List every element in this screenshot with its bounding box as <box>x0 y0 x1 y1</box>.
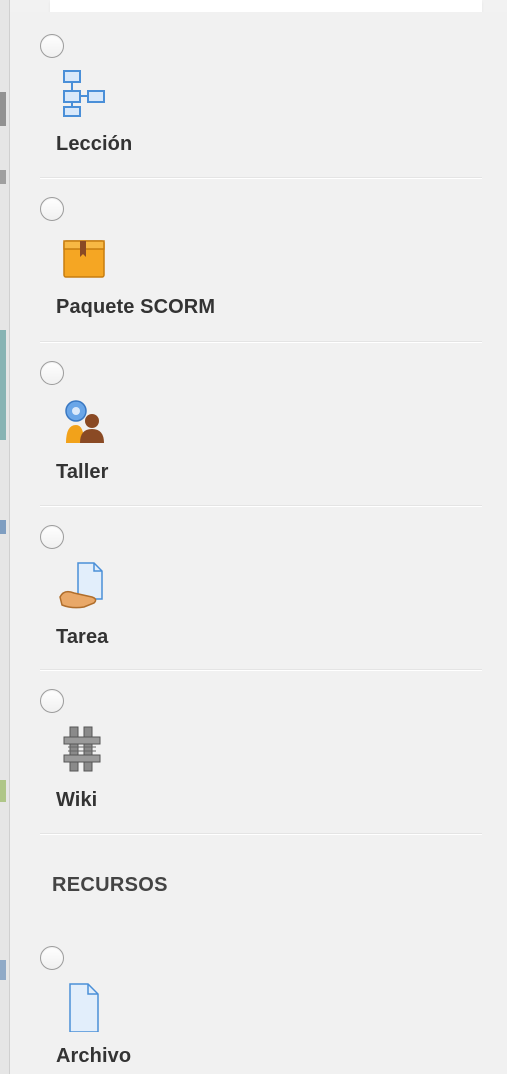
wiki-icon <box>54 723 106 775</box>
activity-label: Wiki <box>56 789 98 811</box>
file-icon <box>54 980 106 1033</box>
activity-label: Lección <box>56 133 133 155</box>
section-heading-resources: RECURSOS <box>52 874 168 896</box>
radio-button[interactable] <box>40 197 64 221</box>
divider <box>40 833 482 835</box>
radio-button[interactable] <box>40 34 64 58</box>
activity-label: Taller <box>56 461 109 483</box>
radio-button[interactable] <box>40 689 64 713</box>
radio-button[interactable] <box>40 525 64 549</box>
scorm-package-icon <box>54 231 106 283</box>
activity-option-scorm[interactable]: Paquete SCORM <box>40 179 482 343</box>
resource-option-file[interactable]: Archivo <box>40 930 482 1074</box>
activity-option-wiki[interactable]: Wiki <box>40 671 482 835</box>
activity-label: Paquete SCORM <box>56 296 216 318</box>
radio-button[interactable] <box>40 946 64 970</box>
activity-option-assignment[interactable]: Tarea <box>40 507 482 671</box>
activity-option-lesson[interactable]: Lección <box>40 15 482 179</box>
workshop-icon <box>54 395 106 447</box>
activity-chooser-panel: Lección Paquete SCORM Taller Tarea Wiki … <box>0 0 507 1074</box>
activity-option-workshop[interactable]: Taller <box>40 343 482 507</box>
resource-label: Archivo <box>56 1045 132 1067</box>
radio-button[interactable] <box>40 361 64 385</box>
background-page-edge <box>0 0 10 1074</box>
previous-item-bottom <box>50 0 482 12</box>
lesson-icon <box>54 65 106 117</box>
activity-label: Tarea <box>56 626 109 648</box>
assignment-icon <box>54 559 106 611</box>
